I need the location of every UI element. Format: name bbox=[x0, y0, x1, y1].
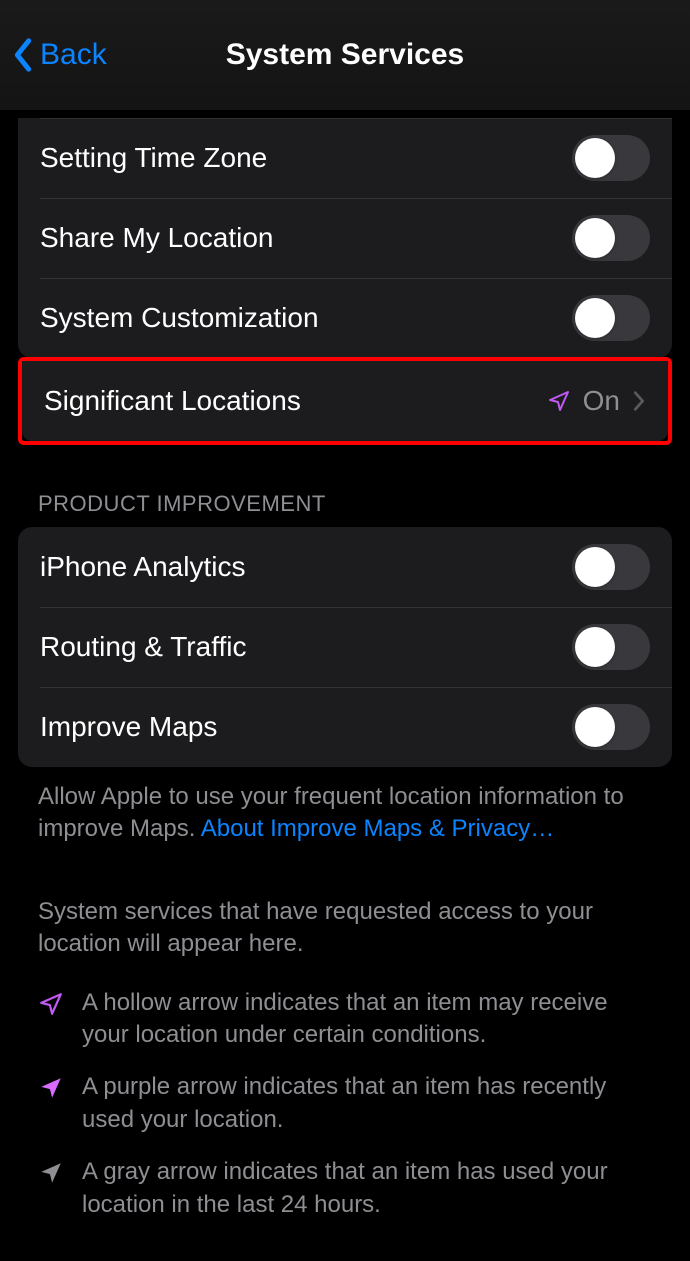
row-label: Routing & Traffic bbox=[40, 631, 572, 663]
row-routing-traffic[interactable]: Routing & Traffic bbox=[18, 607, 672, 687]
page-title: System Services bbox=[226, 38, 465, 72]
back-label: Back bbox=[40, 38, 107, 72]
footer-text: Allow Apple to use your frequent locatio… bbox=[0, 767, 690, 846]
location-arrow-filled-icon bbox=[38, 1075, 64, 1101]
legend-row-gray: A gray arrow indicates that an item has … bbox=[38, 1156, 652, 1221]
location-arrow-hollow-icon bbox=[38, 991, 64, 1017]
row-label: Setting Time Zone bbox=[40, 142, 572, 174]
toggle-knob bbox=[575, 218, 615, 258]
toggle-time-zone[interactable] bbox=[572, 135, 650, 181]
toggle-knob bbox=[575, 138, 615, 178]
content-scroll[interactable]: Setting Time Zone Share My Location Syst… bbox=[0, 118, 690, 1261]
toggle-share-location[interactable] bbox=[572, 215, 650, 261]
info-text: System services that have requested acce… bbox=[0, 846, 690, 961]
row-improve-maps[interactable]: Improve Maps bbox=[18, 687, 672, 767]
row-system-customization[interactable]: System Customization bbox=[18, 278, 672, 358]
highlight-frame: Significant Locations On bbox=[18, 357, 672, 445]
toggle-routing-traffic[interactable] bbox=[572, 624, 650, 670]
legend-row-purple: A purple arrow indicates that an item ha… bbox=[38, 1071, 652, 1136]
back-button[interactable]: Back bbox=[12, 38, 107, 72]
row-significant-locations[interactable]: Significant Locations On bbox=[22, 361, 668, 441]
legend-text: A hollow arrow indicates that an item ma… bbox=[82, 987, 652, 1052]
row-label: iPhone Analytics bbox=[40, 551, 572, 583]
row-share-my-location[interactable]: Share My Location bbox=[18, 198, 672, 278]
row-accessory: On bbox=[547, 385, 646, 417]
legend-text: A purple arrow indicates that an item ha… bbox=[82, 1071, 652, 1136]
row-label: Share My Location bbox=[40, 222, 572, 254]
toggle-iphone-analytics[interactable] bbox=[572, 544, 650, 590]
chevron-left-icon bbox=[12, 38, 34, 72]
row-label: Significant Locations bbox=[44, 385, 547, 417]
legend-row-hollow: A hollow arrow indicates that an item ma… bbox=[38, 987, 652, 1052]
settings-group-main: Setting Time Zone Share My Location Syst… bbox=[18, 118, 672, 358]
section-header-product-improvement: PRODUCT IMPROVEMENT bbox=[0, 446, 690, 527]
legend-text: A gray arrow indicates that an item has … bbox=[82, 1156, 652, 1221]
navigation-bar: Back System Services bbox=[0, 0, 690, 110]
toggle-knob bbox=[575, 627, 615, 667]
chevron-right-icon bbox=[632, 390, 646, 412]
legend: A hollow arrow indicates that an item ma… bbox=[0, 961, 690, 1221]
toggle-knob bbox=[575, 547, 615, 587]
row-setting-time-zone[interactable]: Setting Time Zone bbox=[18, 118, 672, 198]
toggle-knob bbox=[575, 707, 615, 747]
settings-group-product-improvement: iPhone Analytics Routing & Traffic Impro… bbox=[18, 527, 672, 767]
row-iphone-analytics[interactable]: iPhone Analytics bbox=[18, 527, 672, 607]
row-label: System Customization bbox=[40, 302, 572, 334]
location-arrow-gray-icon bbox=[38, 1160, 64, 1186]
toggle-improve-maps[interactable] bbox=[572, 704, 650, 750]
link-improve-maps-privacy[interactable]: About Improve Maps & Privacy… bbox=[201, 815, 554, 842]
toggle-knob bbox=[575, 298, 615, 338]
location-arrow-hollow-icon bbox=[547, 389, 571, 413]
row-label: Improve Maps bbox=[40, 711, 572, 743]
row-value: On bbox=[583, 385, 620, 417]
toggle-system-customization[interactable] bbox=[572, 295, 650, 341]
